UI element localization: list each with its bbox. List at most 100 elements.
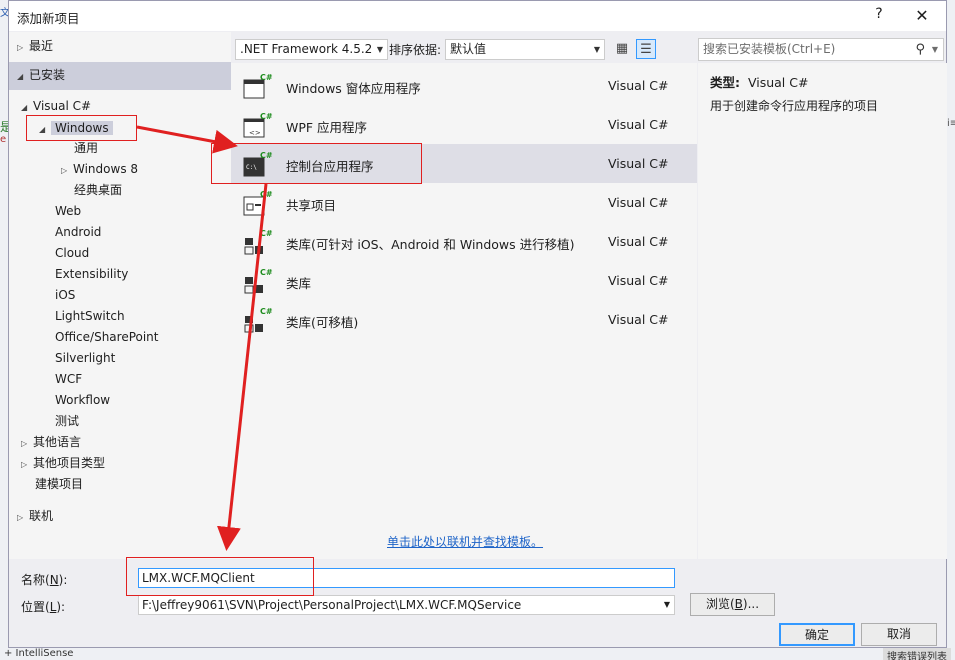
tree-item-silverlight[interactable]: Silverlight — [55, 348, 115, 368]
location-label: 位置(L): — [21, 600, 66, 614]
grid-view-icon[interactable]: ▦ — [612, 39, 632, 59]
background-status-strip: + IntelliSense 搜索错误列表 — [0, 648, 955, 660]
chevron-down-icon: ▼ — [593, 45, 600, 54]
sort-value: 默认值 — [450, 42, 487, 56]
template-name: 类库(可移植) — [286, 315, 359, 330]
csharp-badge-icon: C# — [260, 73, 273, 82]
tree-item-label: Office/SharePoint — [55, 330, 159, 344]
tree-item-modeling[interactable]: 建模项目 — [35, 474, 83, 494]
tree-item-other-project-types[interactable]: ▷ 其他项目类型 — [21, 453, 105, 473]
tree-item-label: Cloud — [55, 246, 90, 260]
expand-arrow-icon[interactable]: ▷ — [17, 38, 29, 58]
svg-text:<>: <> — [249, 129, 261, 137]
tree-item-extensibility[interactable]: Extensibility — [55, 264, 128, 284]
tree-item-recent[interactable]: ▷ 最近 — [17, 36, 53, 56]
tree-item-visual-csharp[interactable]: ◢ Visual C# — [21, 96, 91, 116]
type-row: 类型: Visual C# — [710, 72, 808, 91]
tree-item-wcf[interactable]: WCF — [55, 369, 82, 389]
csharp-badge-icon: C# — [260, 229, 273, 238]
chevron-down-icon[interactable]: ▼ — [932, 39, 938, 60]
template-row-shared-project[interactable]: C# 共享项目 Visual C# — [231, 183, 697, 222]
expand-arrow-icon[interactable]: ▷ — [17, 508, 29, 528]
template-description-pane: 类型: Visual C# 用于创建命令行应用程序的项目 — [698, 63, 947, 559]
background-text: e — [0, 134, 7, 145]
tree-item-general[interactable]: 通用 — [74, 138, 98, 158]
list-view-icon[interactable]: ☰ — [636, 39, 656, 59]
csharp-badge-icon: C# — [260, 112, 273, 121]
csharp-badge-icon: C# — [260, 268, 273, 277]
tree-item-label: LightSwitch — [55, 309, 125, 323]
wpf-app-icon: <> C# — [243, 112, 273, 138]
help-button[interactable]: ? — [869, 6, 889, 26]
template-language: Visual C# — [608, 273, 669, 288]
template-language: Visual C# — [608, 195, 669, 210]
close-button[interactable]: ✕ — [912, 6, 932, 26]
expand-arrow-icon[interactable]: ▷ — [21, 455, 33, 475]
class-library-icon: C# — [244, 268, 273, 294]
ok-button[interactable]: 确定 — [779, 623, 855, 646]
tree-item-label: 其他语言 — [33, 435, 82, 449]
background-ide-left: 文 是 e — [0, 0, 12, 660]
tree-item-label: 最近 — [29, 39, 54, 53]
tree-item-android[interactable]: Android — [55, 222, 101, 242]
tree-item-ios[interactable]: iOS — [55, 285, 75, 305]
tree-item-cloud[interactable]: Cloud — [55, 243, 89, 263]
tree-item-installed-label[interactable]: ◢ 已安装 — [17, 65, 65, 85]
dialog-title: 添加新项目 — [17, 11, 80, 26]
browse-button[interactable]: 浏览(B)... — [690, 593, 775, 616]
description-text: 用于创建命令行应用程序的项目 — [710, 99, 879, 113]
tree-item-label: Windows 8 — [73, 162, 139, 176]
template-row-windows-forms[interactable]: C# Windows 窗体应用程序 Visual C# — [231, 66, 697, 105]
tree-item-label: 其他项目类型 — [33, 456, 106, 470]
template-language: Visual C# — [608, 312, 669, 327]
tree-item-label: Silverlight — [55, 351, 116, 365]
template-language: Visual C# — [608, 156, 669, 171]
tree-item-label: 已安装 — [29, 68, 66, 82]
tree-item-online[interactable]: ▷ 联机 — [17, 506, 53, 526]
framework-value: .NET Framework 4.5.2 — [240, 42, 373, 56]
template-row-portable-class-library[interactable]: C# 类库(可移植) Visual C# — [231, 300, 697, 339]
template-name: 共享项目 — [286, 198, 337, 213]
location-select[interactable]: F:\Jeffrey9061\SVN\Project\PersonalProje… — [138, 595, 675, 615]
tree-item-office[interactable]: Office/SharePoint — [55, 327, 159, 347]
tree-item-lightswitch[interactable]: LightSwitch — [55, 306, 125, 326]
tree-item-label: 通用 — [74, 141, 99, 155]
template-row-wpf[interactable]: <> C# WPF 应用程序 Visual C# — [231, 105, 697, 144]
tree-item-test[interactable]: 测试 — [55, 411, 79, 431]
expand-arrow-icon[interactable]: ▷ — [61, 161, 73, 181]
search-icon[interactable]: ⚲ — [915, 39, 925, 60]
name-label: 名称(N): — [21, 573, 68, 587]
tree-item-label: 联机 — [29, 509, 54, 523]
sort-select[interactable]: 默认值 ▼ — [445, 39, 605, 60]
template-category-tree: ▷ 最近 ◢ 已安装 ◢ Visual C# ◢ Windows 通用 ▷ Windows… — [9, 32, 231, 559]
framework-select[interactable]: .NET Framework 4.5.2 ▼ — [235, 39, 388, 60]
cancel-button[interactable]: 取消 — [861, 623, 937, 646]
template-language: Visual C# — [608, 78, 669, 93]
template-name: 类库(可针对 iOS、Android 和 Windows 进行移植) — [286, 237, 575, 252]
annotation-box-console-app — [211, 143, 422, 184]
tree-item-web[interactable]: Web — [55, 201, 81, 221]
class-library-icon: C# — [244, 229, 273, 255]
tree-item-other-languages[interactable]: ▷ 其他语言 — [21, 432, 81, 452]
chevron-down-icon: ▼ — [663, 596, 670, 614]
collapse-arrow-icon[interactable]: ◢ — [17, 67, 29, 87]
error-list-search[interactable]: 搜索错误列表 — [883, 648, 951, 660]
tree-item-workflow[interactable]: Workflow — [55, 390, 110, 410]
tree-item-label: 经典桌面 — [74, 183, 123, 197]
type-label: 类型: — [710, 75, 740, 90]
template-row-class-library[interactable]: C# 类库 Visual C# — [231, 261, 697, 300]
find-templates-online-link[interactable]: 单击此处以联机并查找模板。 — [387, 533, 543, 550]
expand-arrow-icon[interactable]: ▷ — [21, 434, 33, 454]
sort-by-label: 排序依据: — [389, 43, 442, 57]
tree-item-label: Extensibility — [55, 267, 129, 281]
tree-item-label: iOS — [55, 288, 76, 302]
template-row-class-library-xplat[interactable]: C# 类库(可针对 iOS、Android 和 Windows 进行移植) Vi… — [231, 222, 697, 261]
tree-item-label: Visual C# — [33, 99, 92, 113]
tree-item-label: 测试 — [55, 414, 80, 428]
background-ide-right: i≡ — [947, 0, 955, 660]
location-value: F:\Jeffrey9061\SVN\Project\PersonalProje… — [142, 598, 522, 612]
intellisense-dropdown[interactable]: + IntelliSense — [4, 648, 73, 659]
search-input[interactable]: 搜索已安装模板(Ctrl+E) ⚲ ▼ — [698, 38, 944, 61]
tree-item-windows8[interactable]: ▷ Windows 8 — [61, 159, 138, 179]
tree-item-classic-desktop[interactable]: 经典桌面 — [74, 180, 122, 200]
